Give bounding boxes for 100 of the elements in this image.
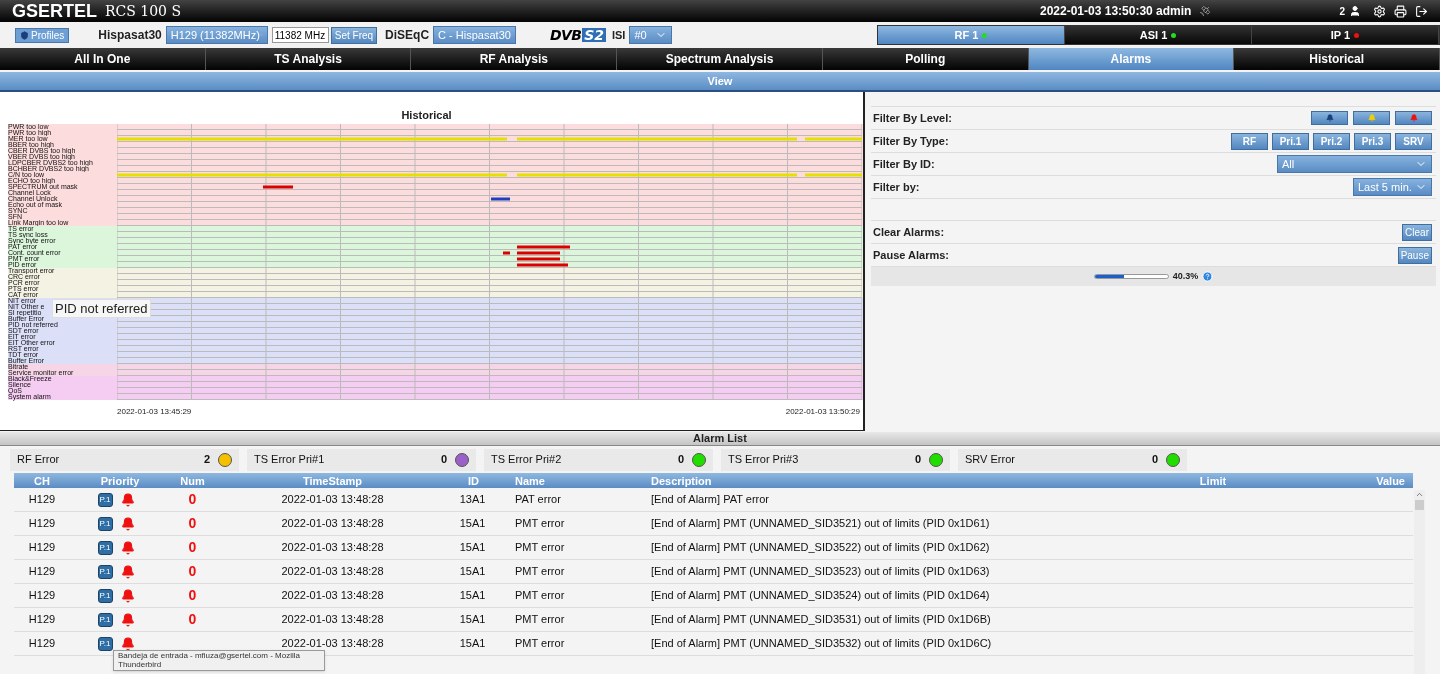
priority-badge: P.1 (97, 564, 113, 579)
logout-icon[interactable] (1415, 4, 1428, 18)
error-count: 0 (914, 452, 921, 468)
table-cell-text: 0 (187, 514, 198, 533)
level-filter-button[interactable] (1395, 111, 1432, 125)
column-header: Name (514, 474, 546, 489)
progress-reading: 40.3% (1172, 269, 1199, 283)
printer-icon[interactable] (1394, 4, 1407, 18)
bell-icon (120, 612, 135, 627)
column-header: Num (179, 474, 206, 489)
isi-select[interactable]: #0 (629, 26, 673, 44)
nav-tab[interactable]: Historical (1234, 48, 1440, 70)
table-cell-text: H129 (27, 540, 57, 556)
table-cell-text: PMT error (514, 516, 566, 532)
table-cell-text: 2022-01-03 13:48:28 (280, 516, 385, 532)
column-header: CH (33, 474, 51, 489)
shield-icon (20, 30, 29, 40)
table-cell-text: 2022-01-03 13:48:28 (280, 612, 385, 628)
level-filter-button[interactable] (1353, 111, 1390, 125)
table-cell-text: 15A1 (458, 612, 487, 628)
user-icon[interactable] (1349, 5, 1361, 17)
table-cell-text: H129 (27, 516, 57, 532)
input-tab[interactable]: IP 1 (1252, 26, 1439, 44)
table-cell-text: 15A1 (458, 564, 487, 580)
error-count: 0 (1151, 452, 1158, 468)
bell-icon (120, 636, 135, 651)
user-count: 2 (1339, 4, 1345, 19)
table-cell-text: H129 (27, 492, 57, 508)
column-header: Priority (99, 474, 141, 489)
error-count: 2 (203, 452, 210, 468)
table-cell-text: PMT error (514, 540, 566, 556)
set-freq-button[interactable]: Set Freq (330, 26, 378, 44)
table-cell-text: 0 (187, 586, 198, 605)
channel-select[interactable]: H129 (11382MHz) (165, 26, 268, 44)
help-icon[interactable] (1202, 271, 1214, 282)
table-cell-text: [End of Alarm] PMT (UNNAMED_SID3521) out of limits (PID 0x1D61) (651, 516, 991, 532)
isi-label: ISI (611, 27, 626, 43)
table-cell-text: 15A1 (458, 516, 487, 532)
scroll-up-icon[interactable] (1415, 490, 1424, 499)
alarm-list-title: Alarm List (693, 431, 747, 447)
type-filter-button[interactable]: SRV (1395, 132, 1432, 150)
table-cell-text: H129 (27, 564, 57, 580)
type-filter-button[interactable]: Pri.3 (1354, 132, 1391, 150)
input-tab[interactable]: RF 1 (878, 26, 1065, 44)
error-count: 0 (440, 452, 447, 468)
scroll-thumb[interactable] (1415, 500, 1424, 510)
column-header: TimeStamp (301, 474, 364, 489)
column-header: Limit (1198, 474, 1228, 489)
start-time-label: 2022-01-03 13:45:29 (117, 406, 192, 418)
priority-badge: P.1 (97, 540, 113, 555)
table-cell-text: [End of Alarm] PMT (UNNAMED_SID3532) out of limits (PID 0x1D6C) (651, 636, 993, 652)
bell-icon (120, 516, 135, 531)
date-time-user: 2022-01-03 13:50:30 admin (1040, 3, 1192, 20)
type-filter-button[interactable]: Pri.1 (1272, 132, 1309, 150)
nav-tab[interactable]: RF Analysis (411, 48, 618, 70)
table-cell-text: 2022-01-03 13:48:28 (280, 636, 385, 652)
level-filter-button[interactable] (1311, 111, 1348, 125)
diseqc-select[interactable]: C - Hispasat30 (433, 26, 517, 44)
input-tab[interactable]: ASI 1 (1065, 26, 1252, 44)
pause-button[interactable]: Pause (1397, 246, 1432, 264)
nav-tab[interactable]: TS Analysis (205, 48, 412, 70)
bell-icon (120, 588, 135, 603)
type-filter-button[interactable]: Pri.2 (1313, 132, 1350, 150)
settings-icon[interactable] (1373, 4, 1386, 18)
taskbar-tooltip: Bandeja de entrada - mfiuza@gsertel.com - Mozilla Thunderbird (113, 650, 325, 671)
table-cell-text: 13A1 (458, 492, 487, 508)
diseqc-label: DiSEqC (385, 27, 430, 44)
clear-button[interactable]: Clear (1402, 223, 1432, 241)
chart-title: Historical (401, 107, 452, 123)
nav-tab[interactable]: Spectrum Analysis (617, 48, 823, 70)
type-filter-button[interactable]: RF (1231, 132, 1268, 150)
table-cell-text: [End of Alarm] PMT (UNNAMED_SID3531) out of limits (PID 0x1D6B) (651, 612, 992, 628)
table-cell-text: 2022-01-03 13:48:28 (280, 564, 385, 580)
table-cell-text: PAT error (514, 492, 562, 508)
error-type-label: TS Error Pri#1 (254, 452, 325, 468)
table-cell-text: 15A1 (458, 588, 487, 604)
frequency-field[interactable]: 11382 MHz (271, 27, 329, 43)
nav-tab[interactable]: Polling (822, 48, 1029, 70)
time-filter-select[interactable]: Last 5 min. (1353, 178, 1432, 196)
action-label: Clear Alarms: (873, 224, 945, 240)
table-cell-text: PMT error (514, 612, 566, 628)
nav-tab[interactable]: Alarms (1028, 48, 1235, 70)
profiles-button[interactable]: Profiles (15, 27, 70, 43)
bell-icon (120, 564, 135, 579)
table-cell-text: [End of Alarm] PMT (UNNAMED_SID3522) out of limits (PID 0x1D62) (651, 540, 991, 556)
error-type-label: RF Error (17, 452, 60, 468)
scrollbar[interactable] (1414, 490, 1425, 674)
nav-tab[interactable]: All In One (0, 48, 206, 70)
bell-icon (120, 492, 135, 507)
priority-badge: P.1 (97, 516, 113, 531)
satellite-icon (1199, 5, 1212, 17)
filter-label: Filter By Type: (873, 133, 949, 149)
table-cell-text: [End of Alarm] PMT (UNNAMED_SID3524) out of limits (PID 0x1D64) (651, 588, 991, 604)
table-cell-text: PMT error (514, 636, 566, 652)
id-filter-select[interactable]: All (1277, 155, 1432, 173)
table-cell-text: 0 (187, 538, 198, 557)
brand-name: GSERTEL (12, 2, 97, 20)
filter-label: Filter By ID: (873, 156, 935, 172)
table-cell-text: 0 (187, 562, 198, 581)
table-cell-text: H129 (27, 636, 57, 652)
